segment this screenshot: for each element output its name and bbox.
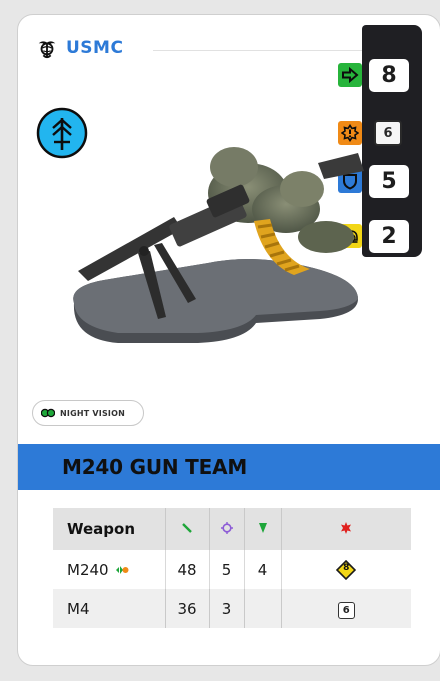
weapon-ap xyxy=(243,589,281,628)
dice-column-header xyxy=(208,508,244,550)
weapon-name-cell: M240 xyxy=(53,550,165,589)
unit-title: M240 GUN TEAM xyxy=(62,455,248,479)
stat-move-value: 8 xyxy=(369,59,409,92)
unit-title-bar: M240 GUN TEAM xyxy=(18,444,440,490)
weapon-name-cell: M4 xyxy=(53,589,165,628)
faction-header: USMC xyxy=(36,37,123,59)
armor-pierce-icon xyxy=(258,523,267,533)
weapon-ap: 4 xyxy=(243,550,281,589)
night-vision-goggles-icon xyxy=(41,408,55,418)
weapon-row-m240[interactable]: M240 48 5 4 8 xyxy=(53,550,411,589)
weapon-range: 36 xyxy=(164,589,209,628)
stat-move: 8 xyxy=(338,56,422,96)
weapon-dice: 5 xyxy=(208,550,244,589)
unit-card: USMC 8 6 5 2 NIGHT VISION M240 GUN TEAM … xyxy=(17,14,440,666)
keyword-night-vision[interactable]: NIGHT VISION xyxy=(32,400,144,426)
suppression-icon xyxy=(116,565,129,574)
weapon-dice: 3 xyxy=(208,589,244,628)
special-column-header xyxy=(280,508,411,550)
stat-alert-die: 6 xyxy=(374,120,402,146)
weapon-name: M240 xyxy=(67,560,109,579)
range-column-header xyxy=(164,508,209,550)
keyword-label: NIGHT VISION xyxy=(60,408,125,418)
weapon-column-header: Weapon xyxy=(53,508,165,550)
burst-star-icon xyxy=(341,522,352,534)
weapon-row-m4[interactable]: M4 36 3 6 xyxy=(53,589,411,628)
eagle-globe-anchor-icon xyxy=(38,41,56,59)
faction-name: USMC xyxy=(66,38,124,58)
weapon-table-header: Weapon xyxy=(53,508,411,550)
special-die-badge: 6 xyxy=(337,601,355,619)
weapon-special: 8 xyxy=(280,550,411,589)
special-diamond-badge: 8 xyxy=(336,559,357,580)
range-line-icon xyxy=(182,523,192,533)
target-crosshair-icon xyxy=(220,522,233,534)
ap-column-header xyxy=(243,508,281,550)
move-arrow-icon xyxy=(338,63,362,87)
m240-gun-team-miniature xyxy=(73,147,364,343)
weapon-name: M4 xyxy=(67,599,90,618)
weapon-table: Weapon M240 48 5 4 8 M4 36 3 6 xyxy=(53,508,411,628)
weapon-range: 48 xyxy=(164,550,209,589)
weapon-special: 6 xyxy=(280,589,411,628)
special-value: 8 xyxy=(343,562,350,573)
